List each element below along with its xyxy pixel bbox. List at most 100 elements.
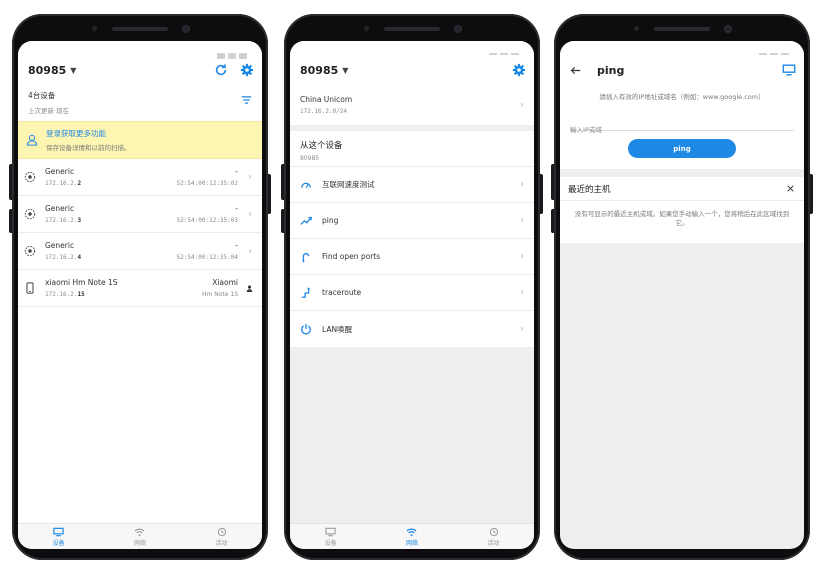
chevron-right-icon: › — [248, 171, 252, 183]
chevron-right-icon: › — [248, 208, 252, 220]
network-info-row[interactable]: China Unicom 172.16.2.0/24 › — [290, 85, 534, 125]
gear-icon[interactable] — [240, 63, 254, 77]
ping-screen: ping 請插入有效的IP地址或域名（例如：www.google.com） 輸入… — [560, 41, 804, 549]
phone-frame-network: 80985 ▼ China Unicom 172.16.2.0/24 › 从这个… — [281, 14, 543, 560]
device-row[interactable]: Generic 172.16.2.3 - 52:54:00:12:35:03 › — [18, 196, 262, 233]
tool-label: Find open ports — [322, 252, 381, 261]
ping-button[interactable]: ping — [628, 139, 736, 158]
refresh-icon[interactable] — [214, 63, 228, 77]
ping-button-label: ping — [673, 144, 691, 153]
speedometer-icon — [301, 182, 311, 188]
section-subtitle: 80985 — [300, 155, 320, 162]
chevron-right-icon: › — [520, 287, 524, 298]
chevron-right-icon: › — [520, 251, 524, 262]
tool-label: 互联网速度测试 — [322, 180, 375, 189]
tab-devices-label: 设备 — [52, 539, 65, 547]
devices-header: 80985 ▼ — [18, 55, 262, 85]
chevron-right-icon: › — [520, 179, 524, 190]
device-ip-last: 4 — [77, 254, 82, 261]
network-name-title[interactable]: 80985 — [300, 64, 338, 77]
tab-activity[interactable]: 活动 — [181, 524, 262, 549]
chevron-down-icon[interactable]: ▼ — [70, 66, 76, 75]
device-ip-last: 2 — [77, 180, 82, 187]
device-model: Hm Note 1S — [202, 291, 238, 298]
history-icon — [489, 527, 498, 536]
chevron-down-icon[interactable]: ▼ — [342, 66, 348, 75]
tab-network[interactable]: 网络 — [371, 524, 452, 549]
phone-frame-devices: 80985 ▼ 4台设备 上次更新 现在 登录获取更多功能 保存设备详情和以前的… — [9, 14, 271, 560]
close-icon[interactable] — [787, 185, 794, 192]
device-ip-prefix: 172.16.2. — [45, 254, 78, 261]
device-vendor: - — [235, 241, 238, 250]
target-icon — [24, 208, 36, 220]
device-name: Generic — [45, 241, 75, 250]
bottom-navigation: 设备 网络 活动 — [18, 523, 262, 549]
chevron-right-icon: › — [248, 245, 252, 257]
user-outline-icon — [26, 134, 38, 146]
gear-icon[interactable] — [512, 63, 526, 77]
device-vendor: Xiaomi — [212, 278, 238, 287]
wifi-icon — [406, 528, 418, 536]
tab-devices-label: 设备 — [324, 539, 337, 547]
monitor-icon — [325, 527, 336, 536]
phone-icon — [26, 282, 34, 294]
back-arrow-icon[interactable] — [570, 65, 581, 76]
tab-activity-label: 活动 — [487, 539, 500, 547]
chevron-right-icon: › — [520, 99, 524, 111]
target-icon — [24, 171, 36, 183]
device-summary: 4台设备 上次更新 现在 — [18, 85, 262, 121]
tab-network[interactable]: 网络 — [99, 524, 180, 549]
ping-header: ping — [560, 55, 804, 85]
device-vendor: - — [235, 167, 238, 176]
device-row[interactable]: Generic 172.16.2.2 - 52:54:00:12:35:02 › — [18, 159, 262, 196]
monitor-icon[interactable] — [782, 63, 796, 77]
recent-hosts-card: 最近的主机 没有可显示的最近主机或域。如果您手动输入一个，您将稍后在此区域找到它… — [560, 177, 804, 243]
device-mac: 52:54:00:12:35:02 — [176, 180, 238, 187]
tab-network-label: 网络 — [133, 539, 146, 547]
power-icon — [301, 323, 311, 335]
chevron-right-icon: › — [520, 323, 524, 335]
tab-activity[interactable]: 活动 — [453, 524, 534, 549]
device-row[interactable]: Generic 172.16.2.4 - 52:54:00:12:35:04 › — [18, 233, 262, 270]
ping-form: 請插入有效的IP地址或域名（例如：www.google.com） 輸入IP或域 … — [560, 85, 804, 169]
tab-devices[interactable]: 设备 — [18, 524, 99, 549]
recent-hosts-title: 最近的主机 — [568, 184, 611, 195]
wifi-icon — [135, 528, 145, 536]
devices-screen: 80985 ▼ 4台设备 上次更新 现在 登录获取更多功能 保存设备详情和以前的… — [18, 41, 262, 549]
monitor-icon — [53, 527, 64, 536]
ping-hint: 請插入有效的IP地址或域名（例如：www.google.com） — [599, 93, 765, 101]
banner-subtitle: 保存设备详情和以前的扫描。 — [46, 144, 131, 152]
section-title: 从这个设备 — [300, 141, 343, 151]
device-ip-last: 3 — [77, 217, 82, 224]
banner-title: 登录获取更多功能 — [46, 129, 106, 138]
host-input-placeholder: 輸入IP或域 — [570, 126, 602, 134]
device-ip-last: 15 — [77, 291, 85, 298]
tool-label: ping — [322, 216, 339, 225]
person-icon — [246, 285, 253, 292]
device-name: Generic — [45, 204, 75, 213]
device-count: 4台设备 — [28, 91, 56, 100]
chevron-right-icon: › — [520, 215, 524, 226]
tool-row-wake-on-lan[interactable]: LAN唤醒 › — [290, 311, 534, 347]
tab-devices[interactable]: 设备 — [290, 524, 371, 549]
history-icon — [217, 527, 226, 536]
network-name-title[interactable]: 80985 — [28, 64, 66, 77]
tab-activity-label: 活动 — [215, 539, 228, 547]
network-header: 80985 ▼ — [290, 55, 534, 85]
tool-row-ping[interactable]: ping › — [290, 203, 534, 239]
tool-row-speedtest[interactable]: 互联网速度测试 › — [290, 167, 534, 203]
login-banner[interactable]: 登录获取更多功能 保存设备详情和以前的扫描。 — [18, 121, 262, 159]
device-ip-prefix: 172.16.2. — [45, 217, 78, 224]
ports-icon — [302, 252, 310, 262]
device-vendor: - — [235, 204, 238, 213]
recent-hosts-empty: 没有可显示的最近主机或域。如果您手动输入一个，您将稍后在此区域找到它。 — [574, 210, 790, 228]
filter-icon[interactable] — [241, 95, 252, 105]
tool-label: traceroute — [322, 288, 362, 297]
from-this-device-section: 从这个设备 80985 — [290, 131, 534, 167]
device-row[interactable]: xiaomi Hm Note 1S 172.16.2.15 Xiaomi Hm … — [18, 270, 262, 307]
tool-row-open-ports[interactable]: Find open ports › — [290, 239, 534, 275]
tool-label: LAN唤醒 — [322, 324, 353, 334]
page-title: ping — [597, 63, 625, 77]
tool-row-traceroute[interactable]: traceroute › — [290, 275, 534, 311]
host-input[interactable]: 輸入IP或域 — [570, 117, 794, 134]
